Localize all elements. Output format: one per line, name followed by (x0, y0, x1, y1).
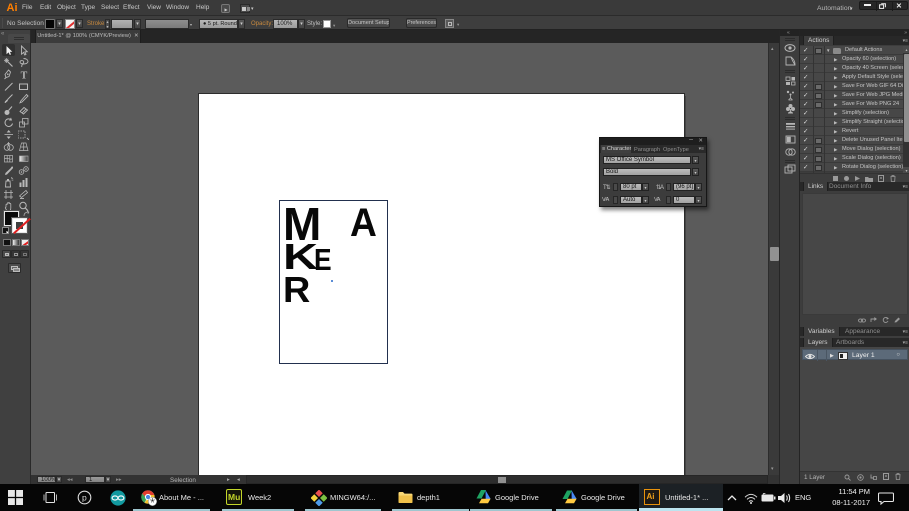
svg-text:T: T (21, 70, 28, 80)
svg-text:p: p (82, 493, 87, 503)
